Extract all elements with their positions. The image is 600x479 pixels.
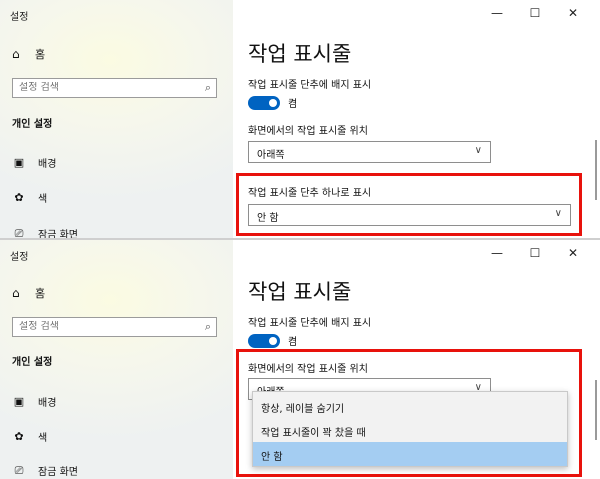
sidebar-item-label: 색 bbox=[38, 433, 48, 444]
section-title: 개인 설정 bbox=[12, 119, 53, 130]
position-dropdown-list: 항상, 레이블 숨기기 작업 표시줄이 꽉 찼을 때 안 함 bbox=[252, 391, 568, 467]
image-icon: ▣ bbox=[13, 395, 25, 408]
dropdown-option-selected[interactable]: 안 함 bbox=[253, 442, 567, 466]
badge-toggle-state: 켬 bbox=[288, 337, 298, 348]
maximize-button[interactable]: ☐ bbox=[516, 4, 554, 22]
position-select[interactable]: 아래쪽 ∨ bbox=[248, 141, 491, 163]
dropdown-option[interactable]: 작업 표시줄이 꽉 찼을 때 bbox=[253, 418, 567, 442]
badge-toggle-row[interactable]: 켬 bbox=[248, 95, 297, 110]
window-title: 설정 bbox=[10, 252, 29, 263]
maximize-button[interactable]: ☐ bbox=[516, 244, 554, 262]
close-button[interactable]: ✕ bbox=[554, 244, 592, 262]
window-title: 설정 bbox=[10, 12, 29, 23]
search-icon: ⌕ bbox=[204, 320, 211, 333]
window-controls: — ☐ ✕ bbox=[478, 4, 592, 22]
highlight-box bbox=[236, 173, 582, 236]
scrollbar[interactable] bbox=[595, 380, 597, 440]
search-icon: ⌕ bbox=[204, 81, 211, 94]
home-icon: ⌂ bbox=[12, 286, 20, 300]
home-label: 홈 bbox=[35, 48, 46, 61]
sidebar-item-lockscreen[interactable]: ⎚ 잠금 화면 bbox=[12, 226, 78, 239]
home-icon: ⌂ bbox=[12, 47, 20, 61]
sidebar-item-home[interactable]: ⌂ 홈 bbox=[12, 46, 45, 62]
badge-toggle-row[interactable]: 켬 bbox=[248, 333, 297, 348]
search-box[interactable]: ⌕ bbox=[12, 317, 217, 337]
badge-toggle[interactable] bbox=[248, 95, 280, 110]
chevron-down-icon: ∨ bbox=[474, 145, 482, 156]
page-title: 작업 표시줄 bbox=[248, 280, 352, 304]
window-controls: — ☐ ✕ bbox=[478, 244, 592, 262]
sidebar-item-label: 잠금 화면 bbox=[38, 230, 78, 238]
sidebar-item-home[interactable]: ⌂ 홈 bbox=[12, 285, 45, 301]
sidebar-item-label: 색 bbox=[38, 194, 48, 205]
badge-label: 작업 표시줄 단추에 배지 표시 bbox=[248, 80, 372, 91]
dropdown-option[interactable]: 항상, 레이블 숨기기 bbox=[253, 394, 567, 418]
sidebar: 설정 ⌂ 홈 ⌕ 개인 설정 ▣ 배경 ✿ 색 ⎚ 잠금 화면 bbox=[0, 0, 233, 238]
search-box[interactable]: ⌕ bbox=[12, 78, 217, 98]
sidebar-item-label: 배경 bbox=[38, 398, 57, 409]
position-select-value: 아래쪽 bbox=[257, 150, 285, 161]
search-input[interactable] bbox=[19, 82, 189, 93]
sidebar-item-color[interactable]: ✿ 색 bbox=[12, 190, 47, 205]
sidebar-item-background[interactable]: ▣ 배경 bbox=[12, 394, 57, 409]
settings-window-top: 설정 ⌂ 홈 ⌕ 개인 설정 ▣ 배경 ✿ 색 ⎚ 잠금 화면 — ☐ ✕ 작업… bbox=[0, 0, 600, 238]
close-button[interactable]: ✕ bbox=[554, 4, 592, 22]
sidebar-item-color[interactable]: ✿ 색 bbox=[12, 429, 47, 444]
page-title: 작업 표시줄 bbox=[248, 42, 352, 66]
lockscreen-icon: ⎚ bbox=[14, 463, 24, 477]
home-label: 홈 bbox=[35, 287, 46, 300]
sidebar-item-lockscreen[interactable]: ⎚ 잠금 화면 bbox=[12, 463, 78, 479]
search-input[interactable] bbox=[19, 321, 189, 332]
palette-icon: ✿ bbox=[14, 430, 24, 443]
sidebar: 설정 ⌂ 홈 ⌕ 개인 설정 ▣ 배경 ✿ 색 ⎚ 잠금 화면 bbox=[0, 240, 233, 479]
minimize-button[interactable]: — bbox=[478, 4, 516, 22]
sidebar-item-background[interactable]: ▣ 배경 bbox=[12, 155, 57, 170]
image-icon: ▣ bbox=[13, 156, 25, 169]
badge-toggle-state: 켬 bbox=[288, 99, 298, 110]
badge-label: 작업 표시줄 단추에 배지 표시 bbox=[248, 318, 372, 329]
sidebar-item-label: 잠금 화면 bbox=[38, 467, 78, 478]
badge-toggle[interactable] bbox=[248, 333, 280, 348]
sidebar-item-label: 배경 bbox=[38, 159, 57, 170]
position-label: 화면에서의 작업 표시줄 위치 bbox=[248, 126, 368, 137]
minimize-button[interactable]: — bbox=[478, 244, 516, 262]
scrollbar[interactable] bbox=[595, 140, 597, 200]
section-title: 개인 설정 bbox=[12, 357, 53, 368]
lockscreen-icon: ⎚ bbox=[14, 226, 24, 239]
palette-icon: ✿ bbox=[14, 191, 24, 204]
